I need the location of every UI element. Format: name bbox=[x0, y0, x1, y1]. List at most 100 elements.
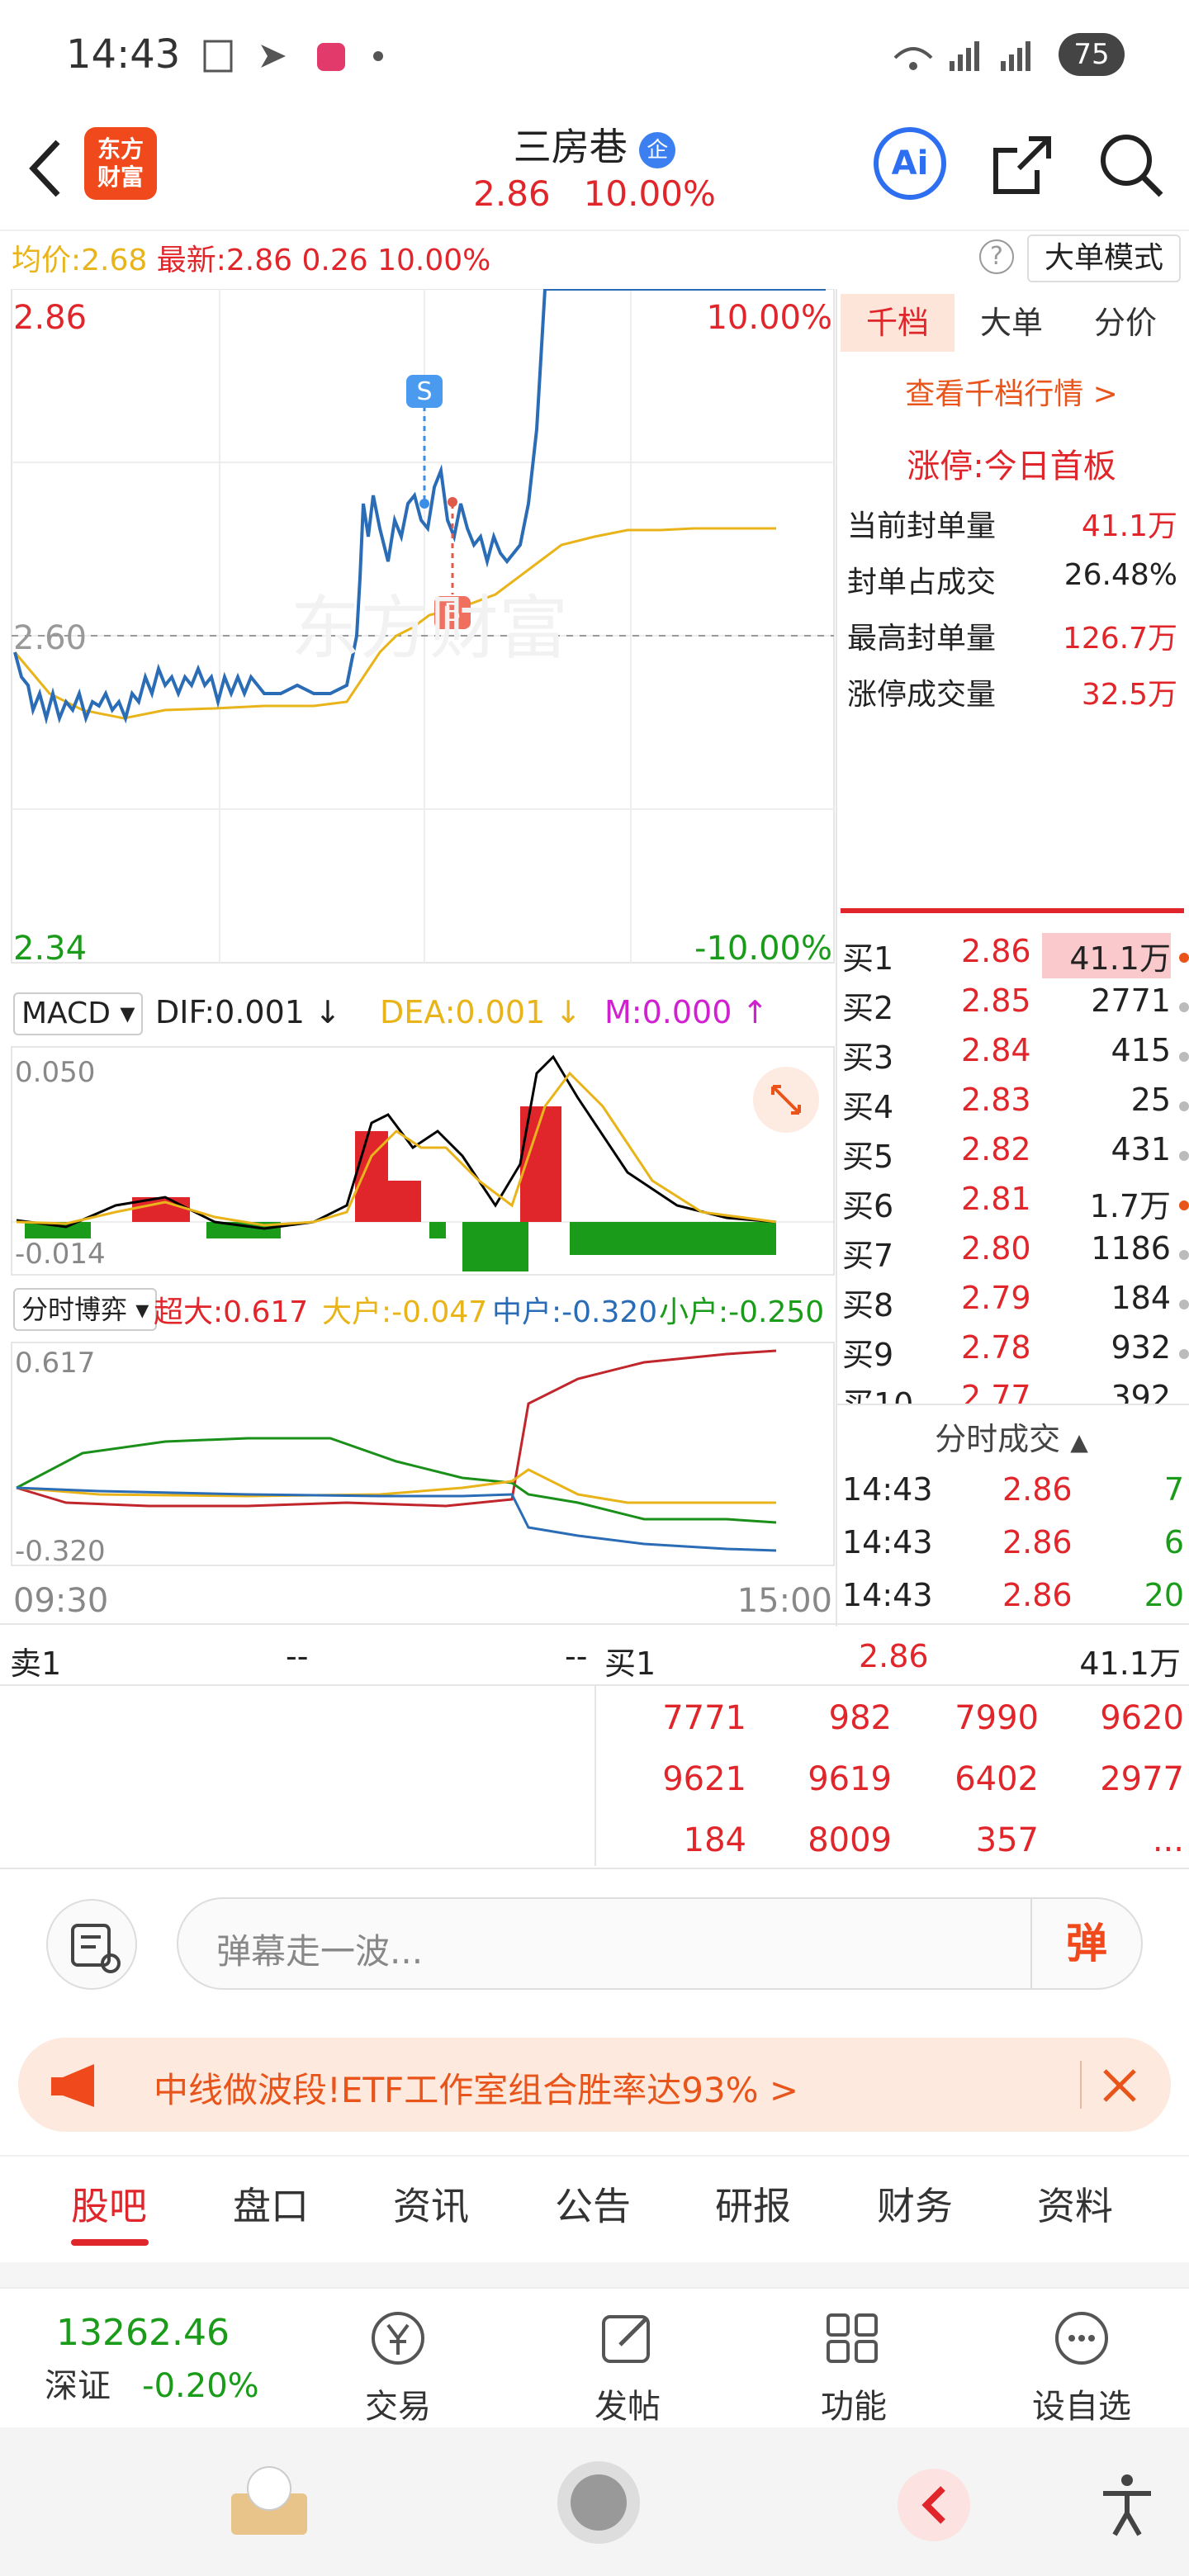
signal-icons bbox=[893, 41, 1030, 71]
time-start: 09:30 bbox=[13, 1582, 108, 1620]
close-icon[interactable] bbox=[1100, 2066, 1139, 2105]
bid-row[interactable]: 买6 2.81 1.7万 bbox=[842, 1181, 1189, 1230]
bid-top-divider bbox=[841, 908, 1184, 913]
trade-price: 2.86 bbox=[1002, 1577, 1073, 1613]
index-ticker[interactable]: 13262.46 深证 -0.20% bbox=[17, 2312, 289, 2407]
tab-guba[interactable]: 股吧 bbox=[71, 2176, 147, 2231]
function-label: 功能 bbox=[821, 2388, 887, 2426]
tab-zixun[interactable]: 资讯 bbox=[393, 2176, 469, 2231]
view-qiandang-link[interactable]: 查看千档行情 > bbox=[841, 370, 1182, 413]
queue-cell: 7771 bbox=[662, 1699, 746, 1737]
flow-bot-label: -0.320 bbox=[15, 1535, 106, 1568]
divider bbox=[594, 1684, 596, 1866]
trade-time: 14:43 bbox=[842, 1577, 933, 1613]
bid-volume: 415 bbox=[1111, 1032, 1171, 1068]
latest-price: 2.86 bbox=[225, 244, 293, 277]
index-name: 深证 bbox=[45, 2367, 111, 2405]
stock-name: 三房巷 bbox=[513, 125, 628, 169]
status-time: 14:43 bbox=[66, 31, 181, 78]
add-watchlist-button[interactable]: 设自选 bbox=[1016, 2305, 1148, 2427]
danmaku-input[interactable]: 弹幕走一波... 弹 bbox=[177, 1897, 1143, 1990]
stat-row: 当前封单量 41.1万 bbox=[847, 502, 1177, 545]
sell1-volume: -- bbox=[565, 1638, 588, 1674]
trade-button[interactable]: 交易 bbox=[332, 2305, 464, 2427]
tab-fenjia[interactable]: 分价 bbox=[1068, 294, 1182, 352]
bid-dot bbox=[1179, 953, 1189, 963]
bid-row[interactable]: 买10 2.77 392 bbox=[842, 1379, 1189, 1404]
trade-price: 2.86 bbox=[1002, 1471, 1073, 1508]
tab-pankou[interactable]: 盘口 bbox=[233, 2176, 309, 2231]
tab-qiandang[interactable]: 千档 bbox=[841, 294, 955, 352]
home-icon[interactable] bbox=[553, 2457, 644, 2548]
tab-ziliao[interactable]: 资料 bbox=[1037, 2176, 1113, 2231]
stat-row: 涨停成交量 32.5万 bbox=[847, 670, 1177, 713]
trade-price: 2.86 bbox=[1002, 1524, 1073, 1560]
enterprise-badge: 企 bbox=[639, 131, 676, 168]
pct-top-label: 10.00% bbox=[706, 299, 832, 337]
bid-dot bbox=[1179, 1200, 1189, 1210]
bid-row[interactable]: 买5 2.82 431 bbox=[842, 1131, 1189, 1181]
y-mid-label: 2.60 bbox=[13, 619, 87, 657]
bid-row[interactable]: 买4 2.83 25 bbox=[842, 1082, 1189, 1131]
bid-volume: 25 bbox=[1130, 1082, 1171, 1118]
bid-dot bbox=[1179, 1101, 1189, 1111]
trade-volume: 6 bbox=[1163, 1524, 1184, 1560]
bid-row[interactable]: 买2 2.85 2771 bbox=[842, 983, 1189, 1032]
danmaku-settings-icon bbox=[71, 1924, 121, 1973]
share-icon[interactable] bbox=[988, 130, 1057, 200]
back-nav-icon[interactable] bbox=[888, 2452, 979, 2551]
bid-label: 买9 bbox=[842, 1337, 894, 1373]
trade-row: 14:43 2.86 6 bbox=[842, 1524, 1184, 1577]
yen-icon bbox=[372, 2312, 424, 2365]
danmaku-settings-button[interactable] bbox=[46, 1899, 137, 1990]
bid-label: 买8 bbox=[842, 1287, 894, 1324]
bid-row[interactable]: 买1 2.86 41.1万 bbox=[842, 933, 1189, 983]
stat-value: 26.48% bbox=[1063, 558, 1177, 592]
tab-caiwu[interactable]: 财务 bbox=[877, 2176, 953, 2231]
bid-dot bbox=[1179, 1002, 1189, 1012]
bid-volume: 1186 bbox=[1091, 1230, 1171, 1267]
bid-row[interactable]: 买7 2.80 1186 bbox=[842, 1230, 1189, 1280]
big-order-mode-button[interactable]: 大单模式 bbox=[1027, 234, 1181, 282]
bid-volume: 2771 bbox=[1091, 983, 1171, 1019]
system-nav-bar bbox=[0, 2427, 1189, 2576]
sell1-price: -- bbox=[286, 1638, 309, 1674]
status-bar: 14:43 75 bbox=[0, 0, 1189, 107]
trades-header[interactable]: 分时成交 ▲ bbox=[841, 1413, 1182, 1459]
danmaku-send-button[interactable]: 弹 bbox=[1030, 1899, 1141, 1988]
bid-row[interactable]: 买8 2.79 184 bbox=[842, 1280, 1189, 1329]
bid-price: 2.83 bbox=[961, 1082, 1031, 1118]
sell-marker: S bbox=[416, 377, 432, 406]
stat-value: 126.7万 bbox=[1062, 622, 1177, 656]
y-top-label: 2.86 bbox=[13, 299, 87, 337]
stat-value: 32.5万 bbox=[1081, 678, 1177, 712]
bid-price: 2.80 bbox=[961, 1230, 1031, 1267]
bid-label: 买6 bbox=[842, 1188, 894, 1224]
promo-banner[interactable]: 中线做波段!ETF工作室组合胜率达93% > bbox=[18, 2038, 1171, 2132]
bid-label: 买5 bbox=[842, 1139, 894, 1175]
latest-label: 最新: bbox=[156, 244, 226, 277]
stock-pct: 10.00% bbox=[583, 173, 716, 214]
trade-row: 14:43 2.86 20 bbox=[842, 1577, 1184, 1630]
stat-key: 当前封单量 bbox=[847, 509, 997, 543]
divider bbox=[1080, 2061, 1082, 2109]
stock-price: 2.86 bbox=[473, 173, 551, 214]
bid-row[interactable]: 买9 2.78 932 bbox=[842, 1329, 1189, 1379]
divider bbox=[0, 1623, 1189, 1625]
tab-yanbao[interactable]: 研报 bbox=[715, 2176, 791, 2231]
tab-dadan[interactable]: 大单 bbox=[955, 294, 1068, 352]
ai-button[interactable]: Ai bbox=[874, 127, 946, 200]
tab-gonggao[interactable]: 公告 bbox=[555, 2176, 631, 2231]
help-icon[interactable]: ? bbox=[979, 239, 1014, 274]
bid-row[interactable]: 买3 2.84 415 bbox=[842, 1032, 1189, 1082]
status-icons bbox=[203, 40, 383, 73]
mascot-icon[interactable] bbox=[220, 2452, 319, 2543]
function-button[interactable]: 功能 bbox=[788, 2305, 920, 2427]
search-icon[interactable] bbox=[1095, 129, 1168, 201]
post-button[interactable]: 发帖 bbox=[561, 2305, 694, 2427]
divider bbox=[0, 2155, 1189, 2157]
accessibility-icon[interactable] bbox=[1098, 2472, 1156, 2538]
trades-header-label: 分时成交 bbox=[935, 1421, 1061, 1457]
stock-header: 东方 财富 三房巷 企 2.86 10.00% Ai bbox=[0, 107, 1189, 231]
buy1-label: 买1 bbox=[604, 1646, 656, 1682]
